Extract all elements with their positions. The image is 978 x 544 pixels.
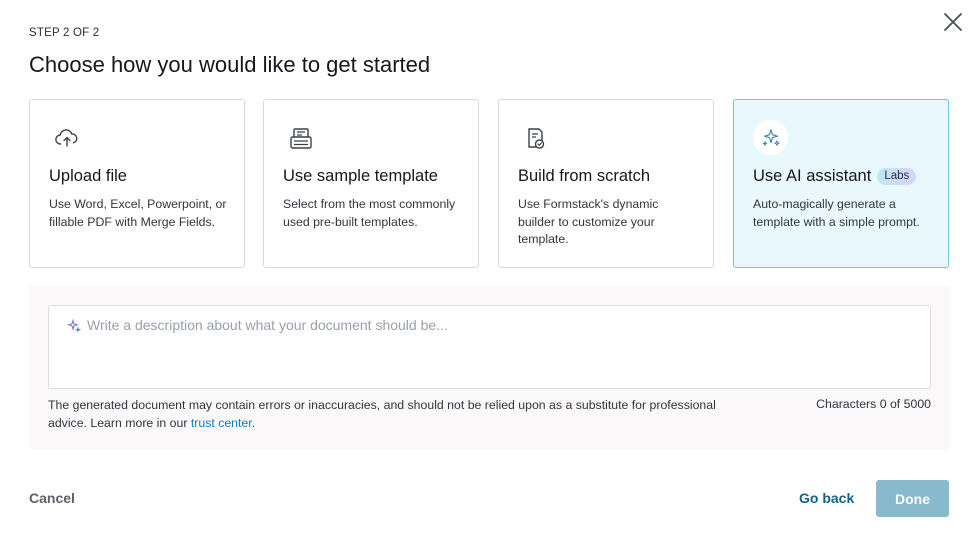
card-title: Use sample template [283, 167, 438, 185]
card-title: Upload file [49, 167, 127, 185]
close-icon [944, 13, 962, 31]
dialog-title: Choose how you would like to get started [29, 52, 431, 77]
sparkles-icon [753, 120, 788, 155]
prompt-input[interactable] [87, 317, 917, 377]
ai-disclaimer: The generated document may contain error… [48, 397, 748, 432]
disclaimer-end: . [251, 415, 256, 430]
card-description: Use Word, Excel, Powerpoint, or fillable… [49, 197, 227, 229]
cloud-upload-icon [54, 126, 80, 152]
card-title-text: Use AI assistant [753, 167, 872, 185]
character-count: Characters 0 of 5000 [816, 397, 931, 411]
card-description: Auto-magically generate a template with … [753, 197, 920, 229]
prompt-container [48, 305, 931, 389]
close-button[interactable] [942, 11, 964, 33]
step-indicator: STEP 2 OF 2 [29, 27, 100, 39]
template-stack-icon [288, 126, 314, 152]
ai-prompt-panel: The generated document may contain error… [29, 286, 950, 449]
go-back-button[interactable]: Go back [799, 490, 854, 506]
ai-assistant-card[interactable]: Use AI assistant Labs Auto-magically gen… [733, 99, 949, 268]
sparkle-icon [67, 319, 81, 333]
done-button[interactable]: Done [876, 480, 949, 517]
build-from-scratch-card[interactable]: Build from scratch Use Formstack's dynam… [498, 99, 714, 268]
sample-template-card[interactable]: Use sample template Select from the most… [263, 99, 479, 268]
start-options: Upload file Use Word, Excel, Powerpoint,… [29, 99, 950, 268]
card-description: Select from the most commonly used pre-b… [283, 197, 456, 229]
upload-file-card[interactable]: Upload file Use Word, Excel, Powerpoint,… [29, 99, 245, 268]
cancel-button[interactable]: Cancel [29, 490, 75, 506]
disclaimer-text: The generated document may contain error… [48, 398, 716, 430]
labs-badge: Labs [877, 168, 917, 185]
trust-center-link[interactable]: trust center [191, 416, 252, 430]
card-title: Use AI assistant Labs [753, 167, 917, 186]
card-title: Build from scratch [518, 167, 651, 185]
get-started-dialog: STEP 2 OF 2 Choose how you would like to… [0, 0, 978, 544]
document-build-icon [523, 126, 549, 152]
card-description: Use Formstack's dynamic builder to custo… [518, 197, 659, 246]
